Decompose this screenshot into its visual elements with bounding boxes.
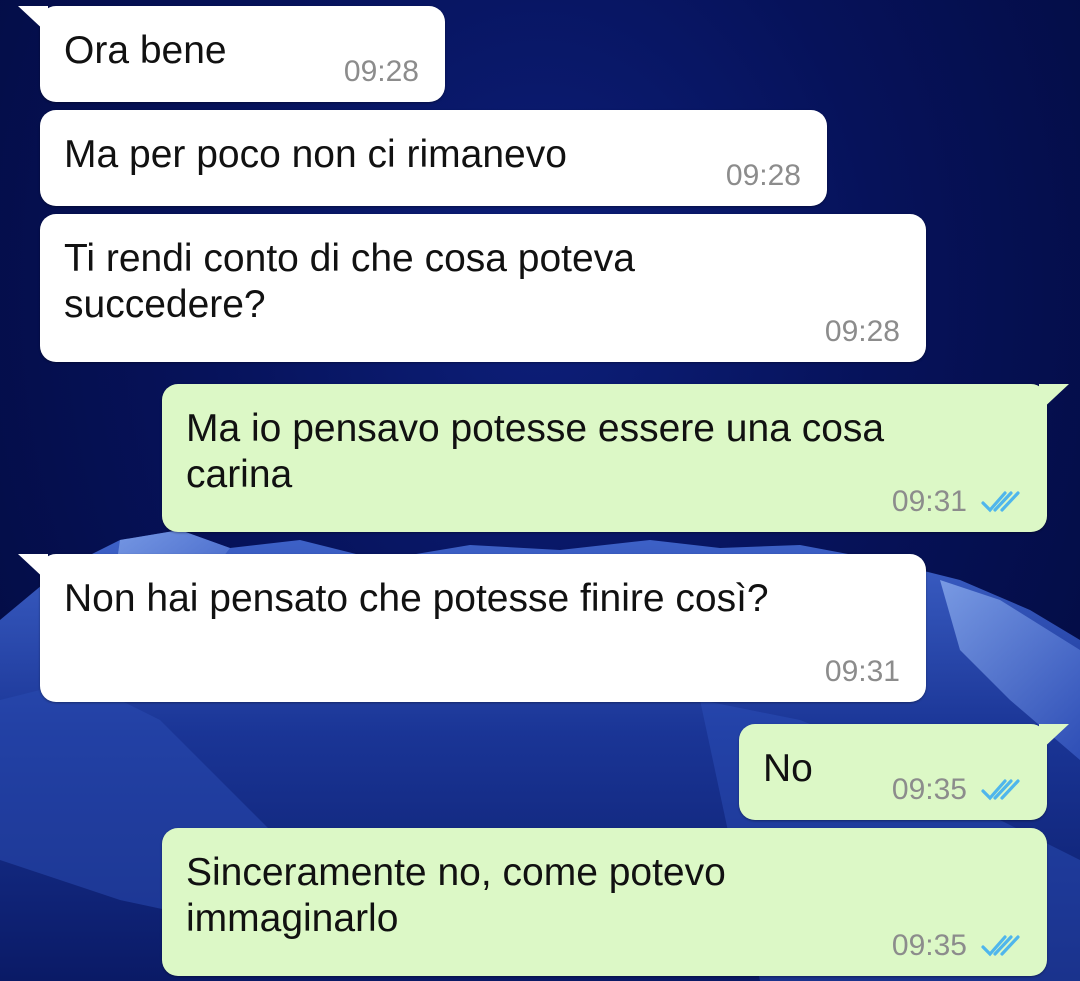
message-incoming[interactable]: Ora bene 09:28 [18,6,445,102]
message-time: 09:35 [891,773,967,806]
message-time: 09:31 [891,485,967,518]
message-meta: 09:28 [726,160,801,192]
message-incoming[interactable]: Non hai pensato che potesse finire così?… [18,554,926,702]
message-outgoing[interactable]: Ma io pensavo potesse essere una cosa ca… [162,384,1069,532]
message-meta: 09:35 [892,774,1021,806]
message-time: 09:31 [824,655,900,688]
message-meta: 09:31 [825,656,900,688]
message-outgoing[interactable]: No 09:35 [739,724,1069,820]
read-double-check-icon [981,935,1020,957]
message-meta: 09:28 [825,316,900,348]
message-text: Ma io pensavo potesse essere una cosa ca… [186,407,895,496]
message-meta: 09:35 [892,930,1021,962]
message-time: 09:28 [343,55,419,88]
message-time: 09:35 [891,929,967,962]
message-meta: 09:31 [892,486,1021,518]
message-text: Ti rendi conto di che cosa poteva succed… [64,237,646,326]
message-time: 09:28 [824,315,900,348]
message-text: Ma per poco non ci rimanevo [64,133,567,176]
message-text: Non hai pensato che potesse finire così? [64,577,769,620]
read-double-check-icon [981,491,1020,513]
read-double-check-icon [981,779,1020,801]
message-incoming[interactable]: Ti rendi conto di che cosa poteva succed… [40,214,926,362]
message-meta: 09:28 [344,56,419,88]
message-incoming[interactable]: Ma per poco non ci rimanevo 09:28 [40,110,827,206]
message-text: Sinceramente no, come potevo immaginarlo [186,851,737,940]
chat-thread: Ora bene 09:28 Ma per poco non ci rimane… [0,0,1080,981]
message-outgoing[interactable]: Sinceramente no, come potevo immaginarlo… [162,828,1047,976]
message-time: 09:28 [725,159,801,192]
